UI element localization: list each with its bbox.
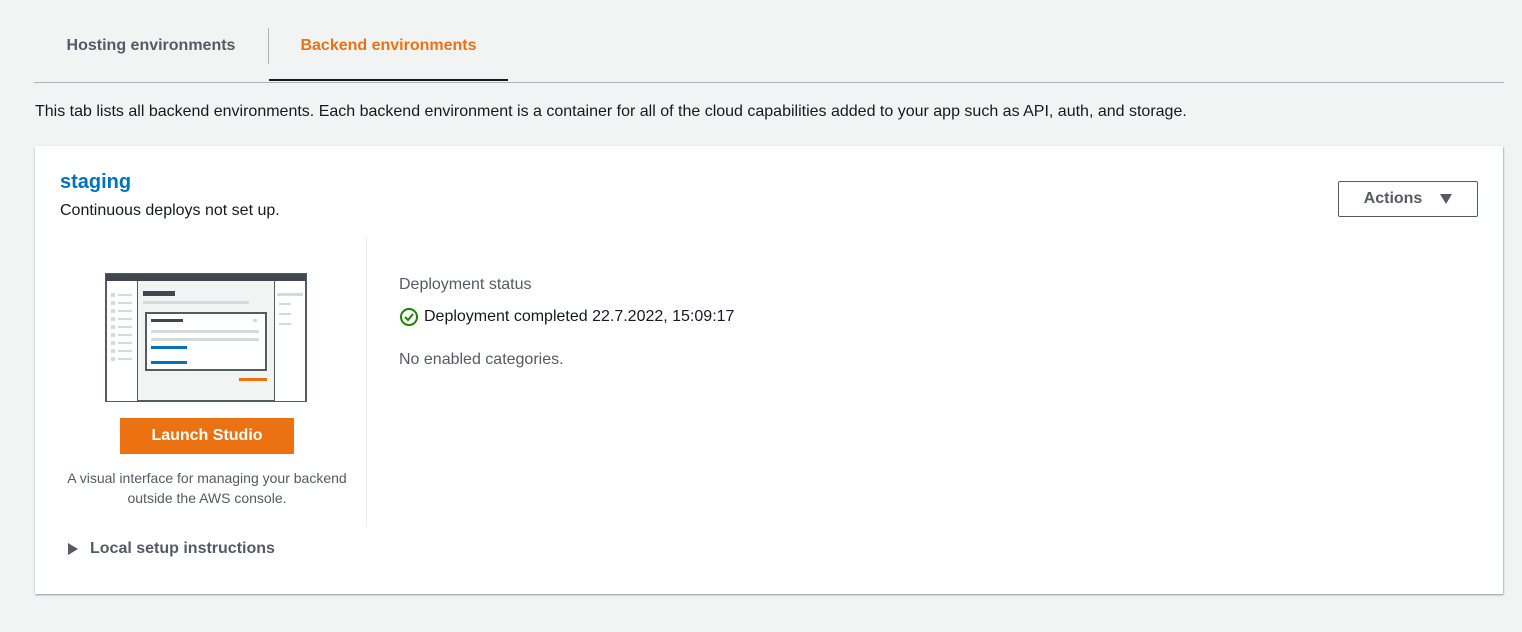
deployment-status: Deployment completed 22.7.2022, 15:09:17: [399, 307, 734, 327]
actions-button[interactable]: Actions: [1338, 181, 1478, 217]
environment-name-link[interactable]: staging: [60, 171, 131, 194]
tab-backend-environments[interactable]: Backend environments: [269, 28, 508, 81]
actions-label: Actions: [1363, 190, 1423, 207]
environment-subtitle: Continuous deploys not set up.: [60, 202, 280, 219]
deployment-status-text: Deployment completed 22.7.2022, 15:09:17: [424, 308, 735, 325]
local-setup-expander[interactable]: Local setup instructions: [68, 540, 275, 558]
launch-studio-button[interactable]: Launch Studio: [120, 418, 294, 454]
categories-text: No enabled categories.: [399, 351, 564, 368]
studio-description: A visual interface for managing your bac…: [67, 470, 347, 506]
studio-illustration: [105, 273, 307, 402]
tab-hosting-environments[interactable]: Hosting environments: [34, 28, 268, 82]
deployment-status-label: Deployment status: [399, 276, 532, 293]
environment-tabs: Hosting environments Backend environment…: [34, 0, 1504, 83]
caret-down-icon: [1440, 194, 1453, 204]
local-setup-label: Local setup instructions: [90, 540, 275, 557]
backend-environment-card: staging Continuous deploys not set up. A…: [35, 146, 1503, 594]
caret-right-icon: [68, 543, 78, 555]
check-circle-icon: [400, 308, 418, 326]
column-divider: [366, 236, 367, 526]
tab-description: This tab lists all backend environments.…: [35, 103, 1187, 120]
